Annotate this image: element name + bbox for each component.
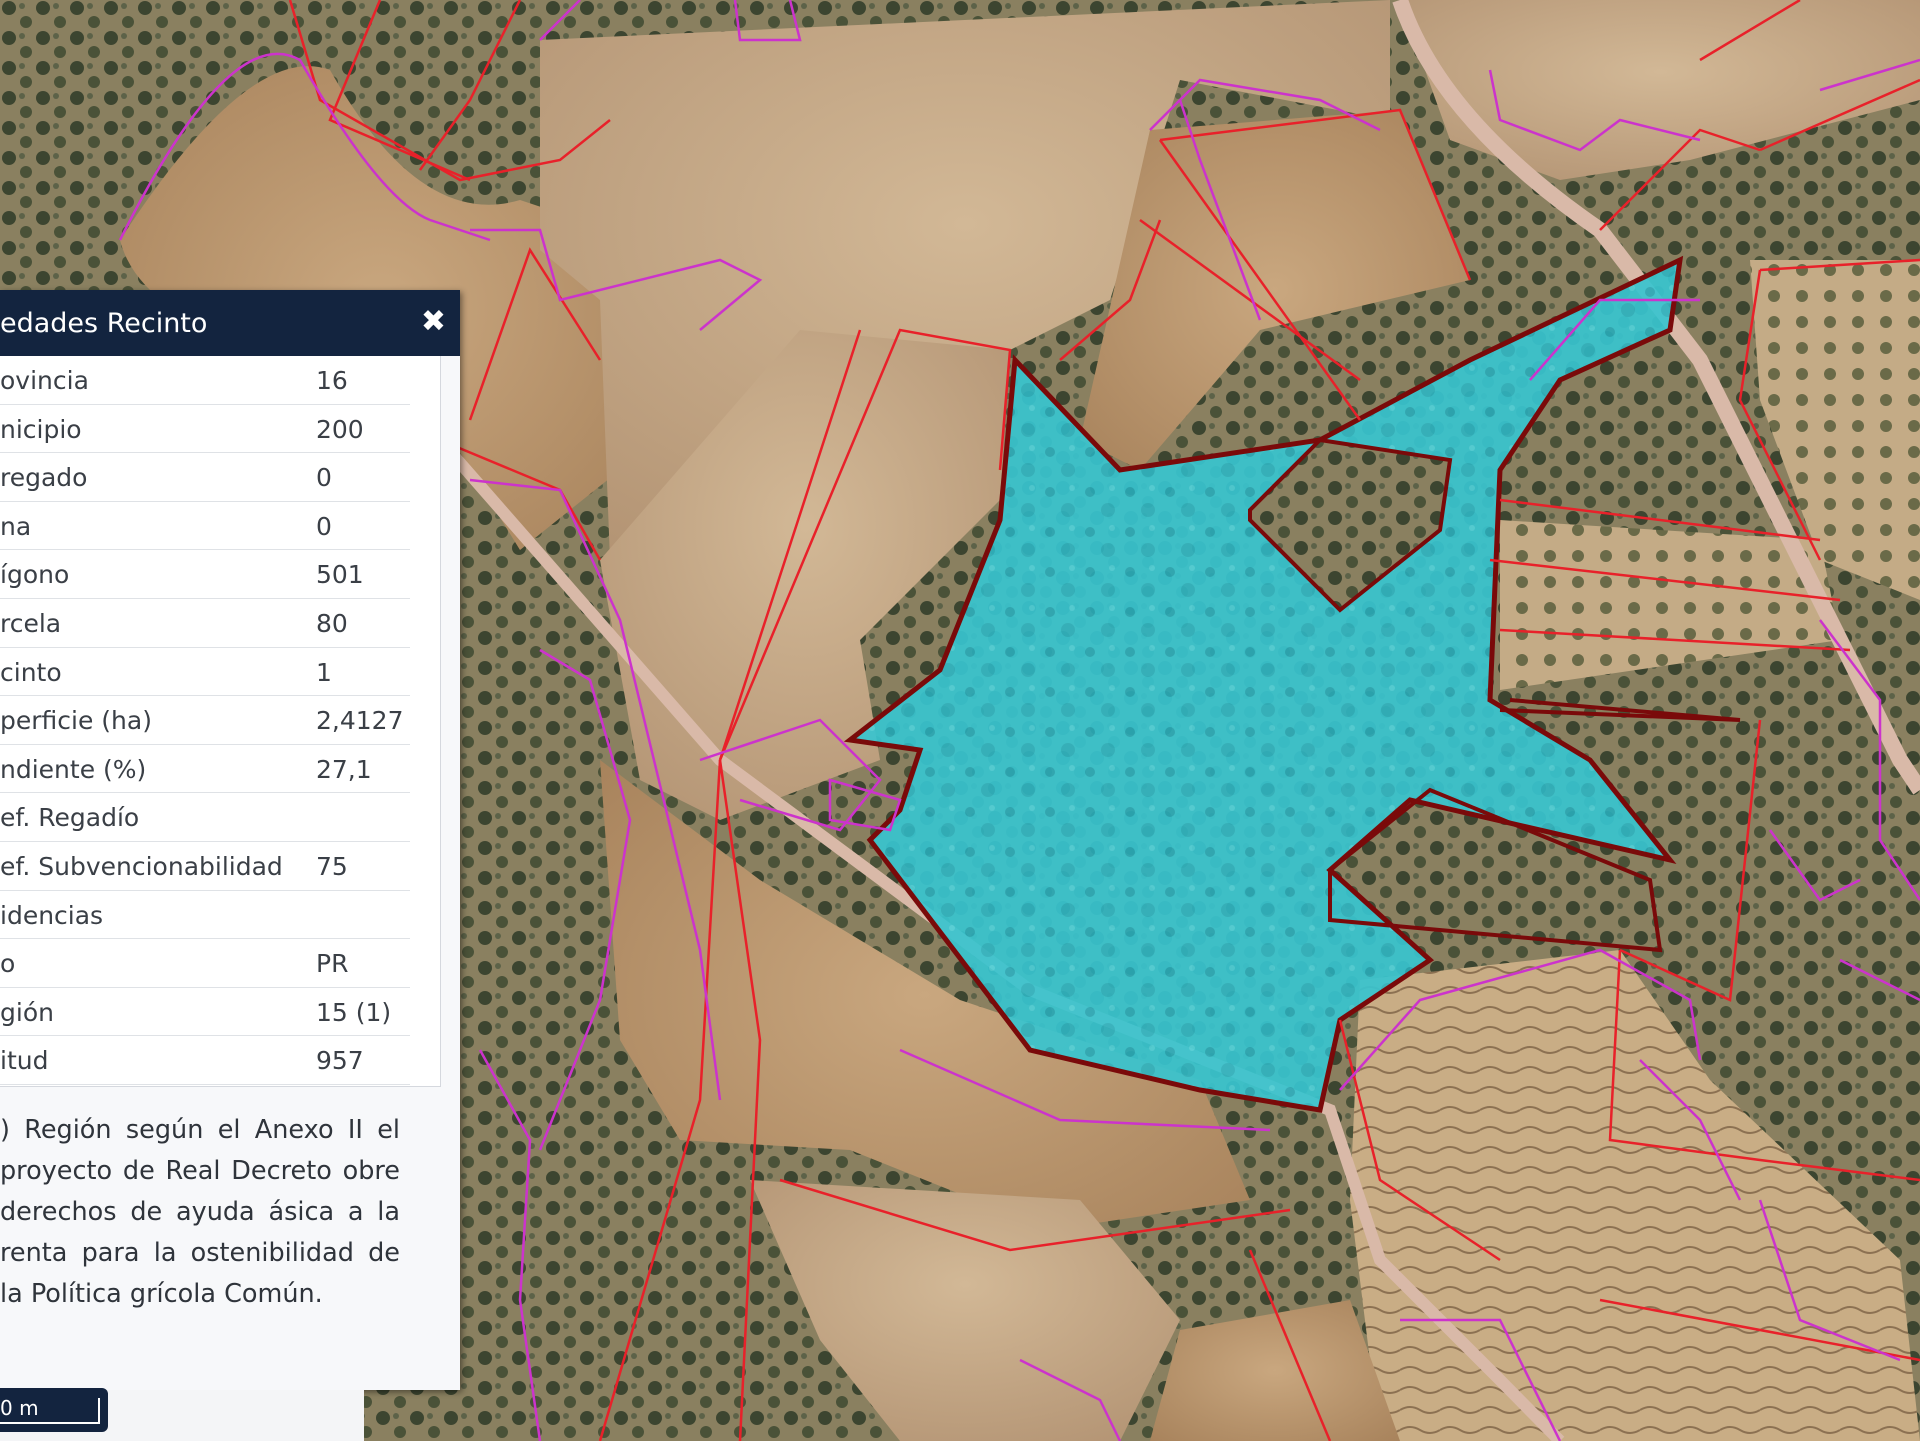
panel-header: edades Recinto ✖	[0, 290, 460, 356]
property-key: ígono	[0, 560, 70, 590]
property-row: idencias	[0, 891, 440, 940]
property-value: 75	[316, 851, 348, 881]
property-key: idencias	[0, 900, 104, 930]
property-value: 15 (1)	[316, 997, 392, 1027]
property-key: o	[0, 949, 16, 979]
property-key: nicipio	[0, 414, 82, 444]
panel-title: edades Recinto	[0, 308, 208, 339]
property-row: perficie (ha) 2,4127	[0, 696, 440, 745]
property-value: 957	[316, 1046, 364, 1076]
property-value: 200	[316, 414, 364, 444]
property-value: 0	[316, 511, 332, 541]
property-row: ef. Regadío	[0, 793, 440, 842]
property-row: cinto 1	[0, 648, 440, 697]
property-key: itud	[0, 1046, 49, 1076]
scale-bar: 0 m	[0, 1388, 108, 1432]
footnote: ) Región según el Anexo II el proyecto d…	[0, 1115, 400, 1309]
properties-table: ovincia 16 nicipio 200 regado 0 na 0 ígono 501 rce…	[0, 356, 441, 1087]
property-value: 80	[316, 608, 348, 638]
property-row: ndiente (%) 27,1	[0, 745, 440, 794]
property-row: nicipio 200	[0, 405, 440, 454]
property-row: ovincia 16	[0, 356, 440, 405]
property-row: na 0	[0, 502, 440, 551]
close-icon[interactable]: ✖	[421, 302, 446, 342]
property-value: 16	[316, 366, 348, 395]
property-key: rcela	[0, 608, 62, 638]
scale-bar-line	[0, 1398, 100, 1424]
property-row: o PR	[0, 939, 440, 988]
property-row: rcela 80	[0, 599, 440, 648]
property-key: ovincia	[0, 366, 89, 395]
property-row: ef. Subvencionabilidad 75	[0, 842, 440, 891]
property-value: 501	[316, 560, 364, 590]
property-value: 1	[316, 657, 332, 687]
property-key: regado	[0, 463, 88, 493]
property-key: cinto	[0, 657, 62, 687]
property-row: gión 15 (1)	[0, 988, 440, 1037]
property-row: itud 957	[0, 1036, 440, 1085]
properties-panel: edades Recinto ✖ ovincia 16 nicipio 200 rega…	[0, 290, 460, 1390]
property-row: regado 0	[0, 453, 440, 502]
property-key: ef. Subvencionabilidad	[0, 851, 283, 881]
property-value: PR	[316, 949, 349, 979]
property-value: 27,1	[316, 754, 372, 784]
property-key: perficie (ha)	[0, 706, 152, 736]
property-key: ef. Regadío	[0, 803, 140, 833]
property-key: ndiente (%)	[0, 754, 147, 784]
property-key: na	[0, 511, 32, 541]
property-value: 0	[316, 463, 332, 493]
property-value: 2,4127	[316, 706, 404, 736]
property-row: ígono 501	[0, 550, 440, 599]
property-key: gión	[0, 997, 54, 1027]
